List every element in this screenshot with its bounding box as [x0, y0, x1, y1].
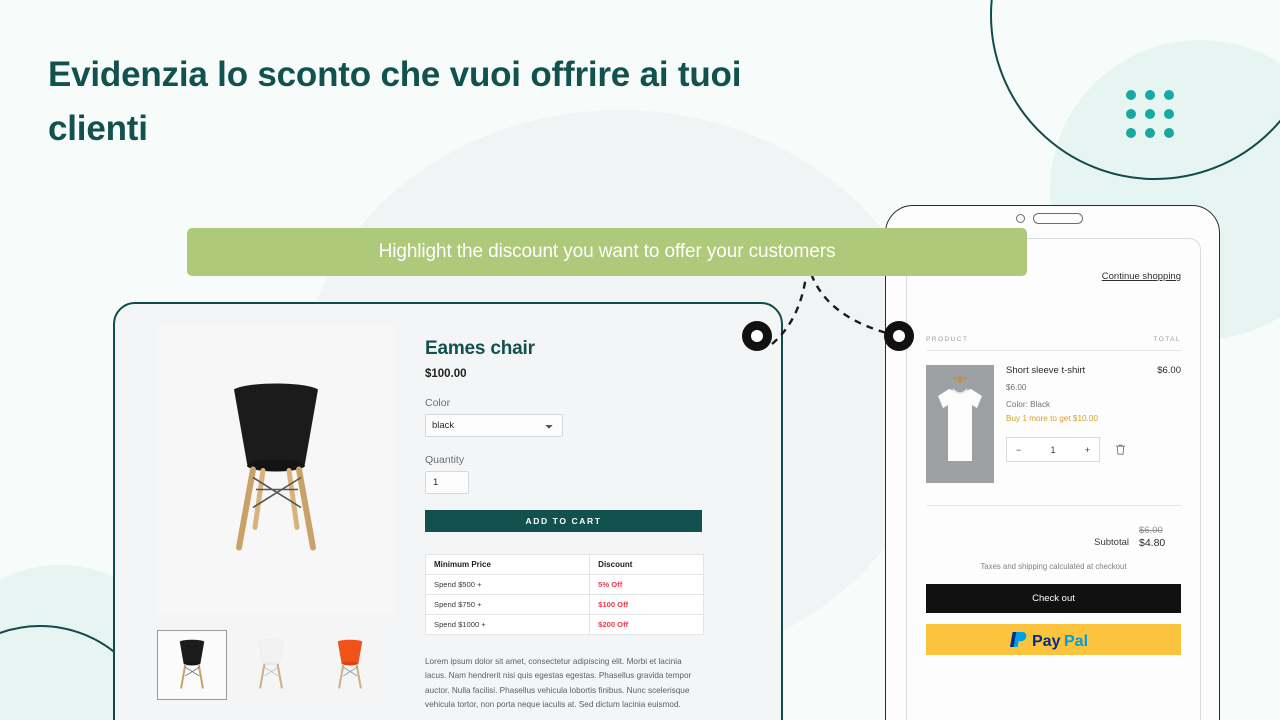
table-row: Spend $500 + 5% Off: [424, 574, 704, 595]
svg-text:Pay: Pay: [1032, 633, 1061, 650]
cart-item-option: Color: Black: [1006, 400, 1051, 409]
cart-item-info: Short sleeve t-shirt $6.00 $6.00 Color: …: [1006, 365, 1181, 483]
cart-item-line-total: $6.00: [1157, 365, 1181, 376]
cell-discount: 5% Off: [589, 574, 704, 595]
cell-discount: $200 Off: [589, 614, 704, 635]
column-total: TOTAL: [1153, 336, 1181, 343]
column-minimum-price: Minimum Price: [424, 554, 591, 575]
thumbnail-white-chair[interactable]: [236, 630, 306, 700]
subtotal-label: Subtotal: [1094, 537, 1129, 548]
cart-item-thumbnail[interactable]: [926, 365, 994, 483]
phone-speaker-icon: [1033, 213, 1083, 224]
cell-discount: $100 Off: [589, 594, 704, 615]
quantity-value[interactable]: 1: [1050, 445, 1055, 455]
cart-item-name[interactable]: Short sleeve t-shirt: [1006, 365, 1085, 376]
product-hero-image: [157, 326, 395, 614]
divider: [926, 505, 1181, 506]
quantity-label: Quantity: [425, 454, 465, 466]
subtotal-discounted-amount: $4.80: [1139, 537, 1166, 549]
column-discount: Discount: [589, 554, 704, 575]
callout-marker-right: [884, 321, 914, 351]
page-title: Evidenzia lo sconto che vuoi offrire ai …: [48, 55, 742, 149]
product-page: Eames chair $100.00 Color black Quantity…: [115, 304, 781, 720]
checkout-button[interactable]: Check out: [926, 584, 1181, 613]
thumbnail-orange-chair[interactable]: [315, 630, 385, 700]
product-details: Eames chair $100.00 Color black Quantity…: [424, 326, 751, 720]
callout-marker-left: [742, 321, 772, 351]
table-row: Spend $1000 + $200 Off: [424, 614, 704, 635]
product-price: $100.00: [425, 368, 467, 380]
paypal-button[interactable]: Pay Pal: [926, 624, 1181, 655]
subtotal-original-amount: $6.00: [1139, 525, 1163, 536]
cart-page: Continue shopping PRODUCT TOTAL Short sl…: [906, 238, 1201, 720]
column-product: PRODUCT: [926, 336, 969, 343]
cart-line-item: Short sleeve t-shirt $6.00 $6.00 Color: …: [926, 365, 1181, 483]
quantity-input[interactable]: [425, 471, 469, 494]
cell-minimum-price: Spend $1000 +: [424, 614, 591, 635]
cart-subtotal: Subtotal $6.00 $4.80: [926, 525, 1181, 549]
tablet-device-frame: Eames chair $100.00 Color black Quantity…: [113, 302, 783, 720]
divider: [926, 350, 1181, 351]
phone-camera-icon: [1016, 214, 1025, 223]
color-select[interactable]: black: [425, 414, 563, 437]
highlight-banner-text: Highlight the discount you want to offer…: [378, 241, 836, 262]
taxes-note: Taxes and shipping calculated at checkou…: [980, 562, 1127, 571]
cart-item-promo-message: Buy 1 more to get $10.00: [1006, 414, 1098, 423]
cart-item-controls: − 1 +: [1006, 437, 1181, 462]
table-header-row: Minimum Price Discount: [424, 554, 704, 575]
product-gallery: [157, 326, 395, 720]
product-description: Lorem ipsum dolor sit amet, consectetur …: [425, 657, 692, 710]
cell-minimum-price: Spend $500 +: [424, 574, 591, 595]
table-row: Spend $750 + $100 Off: [424, 594, 704, 615]
cart-table-header: PRODUCT TOTAL: [926, 336, 1181, 343]
thumbnail-black-chair[interactable]: [157, 630, 227, 700]
product-title: Eames chair: [425, 338, 535, 359]
svg-text:Pal: Pal: [1064, 633, 1088, 650]
quantity-stepper[interactable]: − 1 +: [1006, 437, 1100, 462]
cell-minimum-price: Spend $750 +: [424, 594, 591, 615]
add-to-cart-button[interactable]: ADD TO CART: [425, 510, 702, 532]
increment-button[interactable]: +: [1085, 445, 1090, 455]
thumbnail-list: [157, 630, 395, 700]
color-label: Color: [425, 397, 451, 409]
highlight-banner: Highlight the discount you want to offer…: [187, 228, 1027, 276]
dot-grid-icon: [1126, 90, 1176, 140]
cart-item-unit-price: $6.00: [1006, 383, 1027, 392]
discount-table: Minimum Price Discount Spend $500 + 5% O…: [424, 554, 704, 635]
decrement-button[interactable]: −: [1016, 445, 1021, 455]
trash-icon[interactable]: [1114, 443, 1127, 456]
